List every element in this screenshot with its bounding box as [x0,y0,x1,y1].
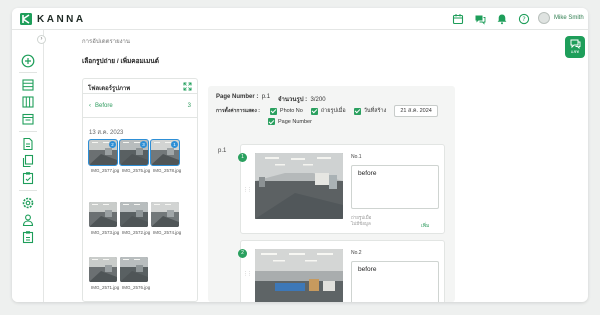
calendar-icon[interactable] [452,13,464,25]
photo-count-value: 3/200 [310,97,326,103]
folder-panel-title: โฟลเดอร์รูปภาพ [88,86,131,92]
photo-folder-panel: โฟลเดอร์รูปภาพ ‹ Before 3 13 ส.ค. 2023 2… [82,78,198,302]
office-photo[interactable] [255,153,343,219]
photo-card: 1 ⋮⋮ No.1 before ถ่ายรูปเมื่อ ไม่มีข้อมู… [238,144,445,234]
photo-thumbnail[interactable]: 2 [88,139,118,166]
photo-thumbnail[interactable] [89,202,117,227]
add-circle-icon[interactable] [21,54,35,68]
logo-mark-icon [20,13,32,25]
selection-number-badge: 3 [140,141,147,148]
photo-date-meta: ถ่ายรูปเมื่อ ไม่มีข้อมูล [351,215,371,227]
photo-no-label: Photo No [279,108,303,114]
display-settings-label: การตั้งค่าการแสดง : [216,108,260,114]
shoot-date-label: วันที่สร้าง [363,108,387,114]
person-icon[interactable] [21,213,35,227]
date-taken-checkbox[interactable] [310,107,318,115]
logo-text: KANNA [37,13,86,25]
folder-name: Before [95,103,113,109]
photo-number: No.1 [351,154,362,160]
display-settings-row: การตั้งค่าการแสดง : Photo No ถ่ายรูปเมื่… [216,105,438,117]
document-icon[interactable] [21,137,35,151]
date-input[interactable]: 21 ส.ค. 2024 [394,105,438,117]
thumbnail-filename: IMG_2574.jpg [153,230,182,235]
photo-order-badge: 2 [238,249,247,258]
photo-thumbnail[interactable] [120,202,148,227]
help-icon[interactable]: ? [518,13,530,25]
list-icon[interactable] [21,78,35,92]
photo-thumbnail[interactable] [151,202,179,227]
clipboard-icon[interactable] [21,171,35,185]
photo-thumbnail[interactable]: 3 [119,139,149,166]
user-menu[interactable]: Mike Smith [538,12,584,24]
page-number-option[interactable]: Page Number [268,118,312,125]
photo-no-checkbox[interactable] [269,107,277,115]
date-taken-label: ถ่ายรูปเมื่อ [320,108,346,114]
breadcrumb[interactable]: การอัปเดตรายงาน [82,36,130,46]
comment-textarea[interactable]: before [351,261,439,302]
thumbnail-filename: IMG_2576.jpg [122,285,151,290]
photo-number: No.2 [351,250,362,256]
shoot-date-checkbox[interactable] [353,107,361,115]
user-name: Mike Smith [554,15,584,21]
chat-label: แชท [571,49,579,54]
chevron-left-icon: ‹ [89,103,91,109]
thumbnail-filename: IMG_2577.jpg [91,168,120,173]
date-taken-option[interactable]: ถ่ายรูปเมื่อ [310,107,346,115]
app-window: KANNA ? Mike Smith › การอัปเดตรายงาน เลื… [12,8,588,302]
drag-handle-icon[interactable]: ⋮⋮ [243,271,252,277]
folder-back-link[interactable]: ‹ Before [89,103,113,109]
office-photo[interactable] [255,249,343,302]
thumbnail-filename: IMG_2578.jpg [153,168,182,173]
comment-textarea[interactable]: before [351,165,439,209]
photo-thumbnail[interactable] [89,257,117,282]
photo-count-label: จำนวนรูป : [278,97,308,103]
top-header: KANNA ? Mike Smith [12,8,588,30]
board-icon[interactable] [21,95,35,109]
page-label: p.1 [218,148,227,154]
chat-icon[interactable] [474,13,486,25]
page-number-label: Page Number : [216,94,259,100]
thumbnail-filename: IMG_2573.jpg [91,230,120,235]
page-meta-row: Page Number : p.1 จำนวนรูป : 3/200 [216,94,326,104]
drag-handle-icon[interactable]: ⋮⋮ [243,187,252,193]
add-link[interactable]: เพิ่ม [421,222,429,230]
thumbnail-filename: IMG_2571.jpg [91,285,120,290]
photo-thumbnail[interactable] [120,257,148,282]
thumbnail-filename: IMG_2572.jpg [122,230,151,235]
checklist-icon[interactable] [21,230,35,244]
shoot-date-option[interactable]: วันที่สร้าง [353,107,387,115]
photo-card: 2 ⋮⋮ No.2 before [238,240,445,302]
chat-bubble-icon [570,39,580,49]
settings-icon[interactable] [21,196,35,210]
sidebar: › [12,30,46,302]
folder-panel-header: โฟลเดอร์รูปภาพ [83,79,197,94]
photo-thumbnail[interactable]: 1 [150,139,180,166]
chat-button[interactable]: แชท [565,36,585,58]
thumbnail-filename: IMG_2575.jpg [122,168,151,173]
kanna-logo[interactable]: KANNA [20,13,86,25]
sidebar-collapse-button[interactable]: › [37,35,46,44]
photo-date-label: 13 ส.ค. 2023 [89,130,124,136]
photo-no-option[interactable]: Photo No [269,107,303,115]
page-number-option-label: Page Number [278,118,312,125]
copy-document-icon[interactable] [21,154,35,168]
expand-icon[interactable] [183,82,192,91]
bell-icon[interactable] [496,13,508,25]
page-title: เลือกรูปถ่าย / เพิ่มคอมเมนต์ [82,58,159,65]
selection-number-badge: 2 [109,141,116,148]
svg-text:?: ? [522,15,525,23]
page-number-value: p.1 [261,94,271,100]
no-data-caption: ไม่มีข้อมูล [351,221,371,226]
avatar [538,12,550,24]
calendar-grid-icon[interactable] [21,112,35,126]
photo-order-badge: 1 [238,153,247,162]
selection-number-badge: 1 [171,141,178,148]
folder-count: 3 [187,103,191,109]
page-number-checkbox[interactable] [268,118,275,125]
